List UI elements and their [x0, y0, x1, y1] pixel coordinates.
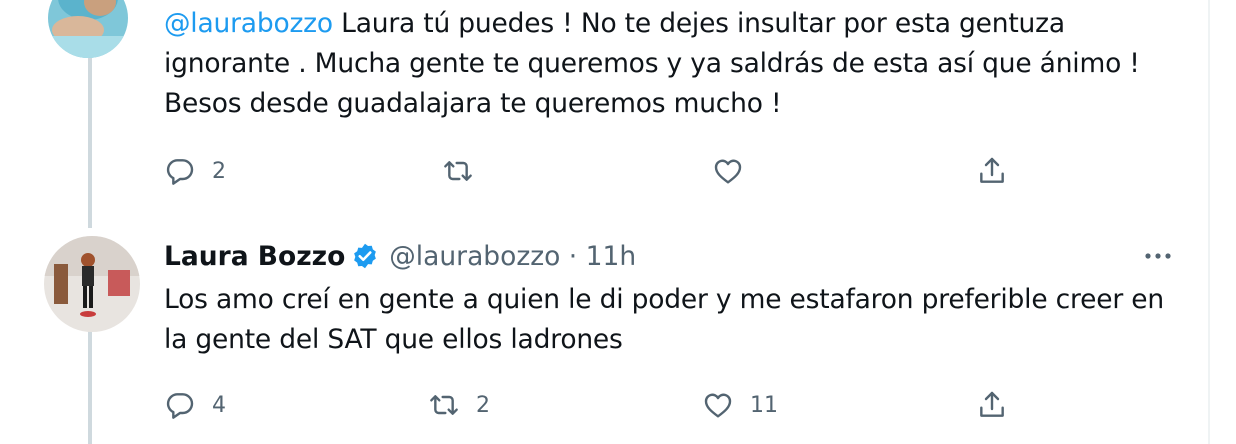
retweet-button[interactable] [442, 151, 490, 191]
main-tweet-line-1: Los amo creí en gente a quien le di pode… [164, 284, 1164, 315]
reply-icon [166, 393, 194, 419]
reply-tweet-line-1: @laurabozzo Laura tú puedes ! No te deje… [164, 4, 1140, 44]
share-button[interactable] [976, 385, 1008, 425]
author-display-name[interactable]: Laura Bozzo [164, 241, 345, 272]
share-button[interactable] [976, 151, 1008, 191]
reply-icon [166, 159, 194, 185]
reply-tweet-line-2: ignorante . Mucha gente te queremos y ya… [164, 48, 1140, 79]
avatar-reply-author[interactable] [48, 0, 128, 58]
reply-button[interactable]: 2 [164, 151, 226, 191]
mention-link[interactable]: @laurabozzo [164, 8, 333, 39]
like-button[interactable]: 11 [702, 385, 778, 425]
tweet-header: Laura Bozzo @laurabozzo · 11h [164, 236, 636, 276]
more-options-icon [1145, 253, 1171, 259]
reply-button[interactable]: 4 [164, 385, 226, 425]
share-icon [980, 391, 1004, 417]
author-handle-timestamp[interactable]: @laurabozzo · 11h [389, 241, 636, 272]
more-options-button[interactable] [1138, 238, 1178, 274]
like-count: 11 [750, 392, 778, 418]
like-icon [714, 159, 742, 184]
thread-connector-line [88, 58, 92, 228]
main-tweet-actions: 4 2 11 [164, 385, 1024, 425]
retweet-icon [444, 161, 472, 181]
like-icon [704, 393, 732, 418]
main-tweet-text: Los amo creí en gente a quien le di pode… [164, 280, 1164, 360]
retweet-count: 2 [476, 392, 490, 418]
retweet-icon [430, 395, 458, 415]
reply-tweet-text: @laurabozzo Laura tú puedes ! No te deje… [164, 4, 1140, 124]
reply-count: 4 [212, 392, 226, 418]
timeline-border [1208, 0, 1210, 444]
thread-connector-line-lower [88, 330, 92, 444]
like-button[interactable] [712, 151, 760, 191]
retweet-button[interactable]: 2 [428, 385, 490, 425]
reply-tweet-line-3: Besos desde guadalajara te queremos much… [164, 88, 782, 119]
verified-badge-icon [351, 242, 379, 270]
reply-text-line-1: Laura tú puedes ! No te dejes insultar p… [332, 8, 1065, 39]
main-tweet-line-2: la gente del SAT que ellos ladrones [164, 324, 623, 355]
reply-count: 2 [212, 158, 226, 184]
avatar-laura-bozzo[interactable] [44, 236, 140, 332]
share-icon [980, 157, 1004, 183]
reply-tweet-actions: 2 [164, 151, 1024, 191]
